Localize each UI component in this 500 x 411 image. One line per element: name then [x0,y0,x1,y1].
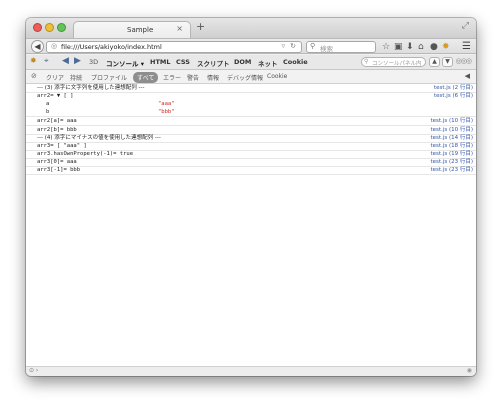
source-link[interactable]: test.js (10 行目) [431,127,474,134]
console-row: --- (3) 添字に文字列を使用した連想配列 --- test.js (2 行… [26,85,476,93]
source-link[interactable]: test.js (2 行目) [434,85,473,92]
console-property-row: b "bbb" [26,109,476,117]
console-row: arr2[b]= bbb test.js (10 行目) [26,127,476,135]
console-filter-input[interactable]: ⚲ コンソールパネル内 [361,57,426,67]
tab-cookie[interactable]: Cookie [283,58,308,66]
console-row: arr2[a]= aaa test.js (10 行目) [26,118,476,126]
tab-html[interactable]: HTML [150,58,170,66]
source-link[interactable]: test.js (23 行目) [431,159,474,166]
console-message: arr3.hasOwnProperty(-1)= true [37,151,134,157]
chat-icon[interactable]: ● [430,41,438,53]
filter-persist[interactable]: 持続 [70,73,82,82]
status-icon: ◉ [466,367,472,374]
console-message: arr3[-1]= bbb [37,167,81,173]
console-message: --- (3) 添字に文字列を使用した連想配列 --- [37,85,145,91]
property-value: "aaa" [158,101,175,107]
search-icon: ⚲ [364,58,369,65]
console-property-row: a "aaa" [26,101,476,109]
filter-errors[interactable]: エラー [163,73,181,82]
console-row: arr2= ▼ [ ] test.js (6 行目) [26,93,476,101]
filter-clear[interactable]: クリア [46,73,64,82]
reading-list-icon[interactable]: ▣ [394,41,403,53]
devtools-toolbar: ✸ ⌖ ◀ ▶ 3D コンソール ▾ HTML CSS スクリプト DOM ネッ… [26,55,476,70]
console-message: arr2[b]= bbb [37,127,77,133]
tab-strip: Sample × + ⤢ [26,18,476,38]
filter-profile[interactable]: プロファイル [91,73,127,82]
filter-debug[interactable]: デバッグ情報 [227,73,263,82]
menu-icon[interactable]: ☰ [462,41,471,53]
source-link[interactable]: test.js (14 行目) [431,135,474,142]
inspect-icon[interactable]: ⌖ [44,56,49,66]
tab-3d[interactable]: 3D [89,58,98,66]
dropdown-icon[interactable]: ▿ [281,42,285,50]
search-icon: ⚲ [310,42,316,50]
fullscreen-icon[interactable]: ⤢ [462,21,469,31]
console-row: --- (4) 添字にマイナスの値を使用した連想配列 --- test.js (… [26,135,476,143]
console-output: --- (3) 添字に文字列を使用した連想配列 --- test.js (2 行… [26,84,476,366]
search-placeholder: 検索 [320,45,333,53]
console-row: arr3.hasOwnProperty(-1)= true test.js (1… [26,151,476,159]
console-message[interactable]: arr2= ▼ [ ] [37,93,73,100]
filter-cookie[interactable]: Cookie [267,73,287,80]
firebug-icon[interactable]: ✸ [30,56,37,65]
source-link[interactable]: test.js (18 行目) [431,143,474,150]
console-row: arr3[-1]= bbb test.js (23 行目) [26,167,476,175]
filter-info[interactable]: 情報 [207,73,219,82]
tab-console[interactable]: コンソール ▾ [106,58,144,68]
globe-icon: ◎ [51,42,58,50]
search-next-button[interactable]: ▼ [442,57,453,67]
reload-icon[interactable]: ↻ [290,42,296,50]
console-message: --- (4) 添字にマイナスの値を使用した連想配列 --- [37,135,161,141]
home-icon[interactable]: ⌂ [418,41,424,53]
source-link[interactable]: test.js (10 行目) [431,118,474,125]
tab-title: Sample [127,26,154,34]
tab-net[interactable]: ネット [258,58,278,68]
download-icon[interactable]: ⬇ [406,41,414,53]
browser-window: Sample × + ⤢ ◀ ◎ file:///Users/akiyoko/i… [26,18,476,376]
collapse-icon[interactable]: ◀ [465,72,470,80]
search-input[interactable]: ⚲ 検索 [306,41,376,53]
filter-warnings[interactable]: 警告 [187,73,199,82]
navigation-bar: ◀ ◎ file:///Users/akiyoko/index.html ▿ ↻… [26,38,476,54]
url-bar[interactable]: ◎ file:///Users/akiyoko/index.html ▿ ↻ [46,41,302,53]
search-prev-button[interactable]: ▲ [429,57,440,67]
tab-dom[interactable]: DOM [234,58,251,66]
console-message: arr3[0]= aaa [37,159,77,165]
close-window-button[interactable] [33,23,42,32]
source-link[interactable]: test.js (23 行目) [431,167,474,174]
url-text[interactable]: file:///Users/akiyoko/index.html [61,43,162,51]
command-line-icon[interactable]: ⊙ › [29,367,38,374]
clear-console-icon[interactable]: ⊘ [31,72,37,80]
bookmark-star-icon[interactable]: ☆ [382,41,390,53]
minimize-window-button[interactable] [45,23,54,32]
new-tab-button[interactable]: + [196,20,205,33]
source-link[interactable]: test.js (19 行目) [431,151,474,158]
zoom-window-button[interactable] [57,23,66,32]
console-message[interactable]: arr3= [ "aaa" ] [37,143,87,150]
prev-icon[interactable]: ◀ [62,56,69,66]
window-controls-icon[interactable]: ◎◎◎ [456,57,472,65]
console-message: arr2[a]= aaa [37,118,77,124]
console-filter-placeholder: コンソールパネル内 [372,61,422,67]
tab-sample[interactable]: Sample × [73,21,191,38]
firebug-icon[interactable]: ✸ [442,41,450,53]
back-button[interactable]: ◀ [31,40,44,53]
next-icon[interactable]: ▶ [74,56,81,66]
console-filter-bar: ⊘ クリア 持続 プロファイル すべて エラー 警告 情報 デバッグ情報 Coo… [26,70,476,84]
tab-script[interactable]: スクリプト [197,58,230,68]
filter-all[interactable]: すべて [133,72,159,83]
console-row: arr3[0]= aaa test.js (23 行目) [26,159,476,167]
tab-close-icon[interactable]: × [176,24,183,33]
source-link[interactable]: test.js (6 行目) [434,93,473,100]
console-row: arr3= [ "aaa" ] test.js (18 行目) [26,143,476,151]
property-value: "bbb" [158,109,175,115]
status-bar: ⊙ › ◉ [26,366,476,376]
property-key: b [46,109,50,115]
tab-css[interactable]: CSS [176,58,190,66]
property-key: a [46,101,50,107]
